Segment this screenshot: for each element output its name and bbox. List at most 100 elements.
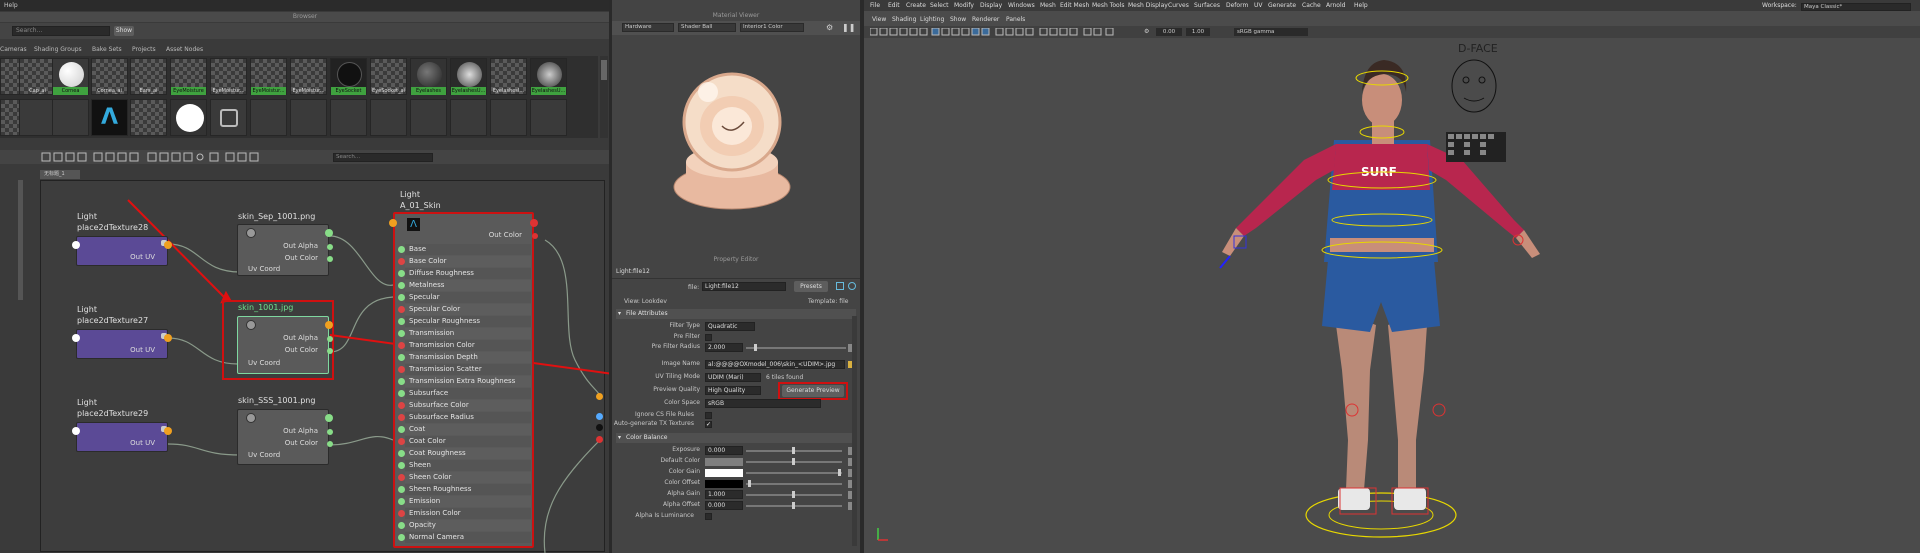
menu-mesh-tools[interactable]: Mesh Tools <box>1092 2 1124 9</box>
panel-menu-view[interactable]: View <box>872 16 886 23</box>
panel-menu-shading[interactable]: Shading <box>892 16 916 23</box>
gamma-value-field[interactable]: 1.00 <box>1186 28 1210 36</box>
attr-row[interactable]: Base <box>398 244 531 255</box>
default-color-swatch[interactable] <box>705 458 743 466</box>
ignore-cs-checkbox[interactable] <box>705 412 712 419</box>
focus-icon[interactable] <box>836 282 844 290</box>
offscreen-port[interactable] <box>596 424 603 431</box>
generate-preview-button[interactable]: Generate Preview <box>782 385 844 397</box>
slider-handle[interactable] <box>792 447 795 454</box>
out-alpha-port[interactable] <box>327 244 333 250</box>
alpha-gain-field[interactable]: 1.000 <box>705 490 743 499</box>
section-file-attributes[interactable]: ▾ File Attributes <box>616 309 856 319</box>
node-input-port[interactable] <box>72 241 80 249</box>
attr-row[interactable]: Subsurface Radius <box>398 412 531 423</box>
menu-uv[interactable]: UV <box>1254 2 1263 9</box>
slider-handle[interactable] <box>748 480 751 487</box>
slider-handle[interactable] <box>792 491 795 498</box>
color-space-dropdown[interactable]: sRGB <box>705 399 821 408</box>
offscreen-port[interactable] <box>596 413 603 420</box>
out-port[interactable] <box>164 241 172 249</box>
alpha-lum-checkbox[interactable] <box>705 513 712 520</box>
slider-handle[interactable] <box>792 502 795 509</box>
out-color-port[interactable] <box>327 256 333 262</box>
attr-row[interactable]: Coat Color <box>398 436 531 447</box>
slider-handle[interactable] <box>792 458 795 465</box>
color-transform-dropdown[interactable]: sRGB gamma <box>1234 28 1308 36</box>
menu-display[interactable]: Display <box>980 2 1002 9</box>
attr-row[interactable]: Coat <box>398 424 531 435</box>
menu-help[interactable]: Help <box>1354 2 1368 9</box>
menu-create[interactable]: Create <box>906 2 926 9</box>
exposure-field[interactable]: 0.000 <box>705 446 743 455</box>
node-input-port[interactable] <box>72 427 80 435</box>
menu-curves[interactable]: Curves <box>1168 2 1189 9</box>
presets-button[interactable]: Presets <box>794 281 828 292</box>
offscreen-port[interactable] <box>596 436 603 443</box>
place2d-node-27[interactable]: Out UV <box>72 329 172 359</box>
out-port[interactable] <box>530 219 538 227</box>
refresh-icon[interactable] <box>848 282 856 290</box>
menu-file[interactable]: File <box>870 2 880 9</box>
out-port[interactable] <box>325 321 333 329</box>
menu-generate[interactable]: Generate <box>1268 2 1296 9</box>
panel-menu-renderer[interactable]: Renderer <box>972 16 999 23</box>
viewport-toolbar-icons[interactable] <box>870 28 1120 37</box>
attr-row[interactable]: Subsurface <box>398 388 531 399</box>
uv-tiling-dropdown[interactable]: UDIM (Mari) <box>705 373 761 382</box>
attr-row[interactable]: Transmission Extra Roughness <box>398 376 531 387</box>
menu-cache[interactable]: Cache <box>1302 2 1321 9</box>
environment-dropdown[interactable]: Interior1 Color <box>740 23 804 32</box>
out-port[interactable] <box>325 414 333 422</box>
image-name-field[interactable]: al:@@@@OXmodel_006\skin_<UDIM>.jpg <box>705 360 845 369</box>
color-offset-swatch[interactable] <box>705 480 743 488</box>
attr-row[interactable]: Subsurface Color <box>398 400 531 411</box>
exposure-value-field[interactable]: 0.00 <box>1156 28 1182 36</box>
out-alpha-port[interactable] <box>327 429 333 435</box>
in-port[interactable] <box>389 219 397 227</box>
menu-edit[interactable]: Edit <box>888 2 900 9</box>
attr-row[interactable]: Specular Roughness <box>398 316 531 327</box>
attr-row[interactable]: Base Color <box>398 256 531 267</box>
panel-menu-show[interactable]: Show <box>950 16 966 23</box>
node-name-field[interactable]: Light:file12 <box>702 282 786 291</box>
pause-icon[interactable]: ❚❚ <box>842 23 855 32</box>
attr-row[interactable]: Coat Roughness <box>398 448 531 459</box>
out-color-port[interactable] <box>327 348 333 354</box>
color-offset-slider[interactable] <box>746 483 842 485</box>
auto-tx-checkbox[interactable]: ✓ <box>705 421 712 428</box>
place2d-node-29[interactable]: Out UV <box>72 422 172 452</box>
shader-node-skin[interactable]: Λ Out Color Base Base Color Diffuse Roug… <box>389 212 538 548</box>
attr-row[interactable]: Diffuse Roughness <box>398 268 531 279</box>
menu-mesh[interactable]: Mesh <box>1040 2 1056 9</box>
color-gain-swatch[interactable] <box>705 469 743 477</box>
alpha-offset-field[interactable]: 0.000 <box>705 501 743 510</box>
offscreen-port[interactable] <box>596 393 603 400</box>
out-port[interactable] <box>164 427 172 435</box>
3d-viewport-scene[interactable]: SURF D-FACE <box>864 40 1920 553</box>
property-editor-scrollbar[interactable] <box>852 316 857 546</box>
attr-row[interactable]: Specular <box>398 292 531 303</box>
menu-deform[interactable]: Deform <box>1226 2 1248 9</box>
file-node-sep[interactable]: Out Alpha Out Color Uv Coord <box>237 224 333 276</box>
attr-row[interactable]: Transmission Color <box>398 340 531 351</box>
menu-edit-mesh[interactable]: Edit Mesh <box>1060 2 1089 9</box>
attr-row[interactable]: Transmission <box>398 328 531 339</box>
menu-surfaces[interactable]: Surfaces <box>1194 2 1220 9</box>
pre-filter-radius-slider[interactable] <box>746 347 846 349</box>
menu-arnold[interactable]: Arnold <box>1326 2 1345 9</box>
out-alpha-port[interactable] <box>327 336 333 342</box>
node-name-tab[interactable]: Light:file12 <box>616 268 650 275</box>
out-port[interactable] <box>164 334 172 342</box>
out-color-port[interactable] <box>327 441 333 447</box>
filter-type-dropdown[interactable]: Quadratic <box>705 322 755 331</box>
color-gain-slider[interactable] <box>746 472 842 474</box>
attr-row[interactable]: Opacity <box>398 520 531 531</box>
pre-filter-checkbox[interactable] <box>705 334 712 341</box>
node-input-port[interactable] <box>72 334 80 342</box>
slider-handle[interactable] <box>754 344 757 351</box>
gear-icon[interactable]: ⚙ <box>1144 28 1149 35</box>
panel-menu-panels[interactable]: Panels <box>1006 16 1025 23</box>
attr-row[interactable]: Metalness <box>398 280 531 291</box>
slider-handle[interactable] <box>838 469 841 476</box>
